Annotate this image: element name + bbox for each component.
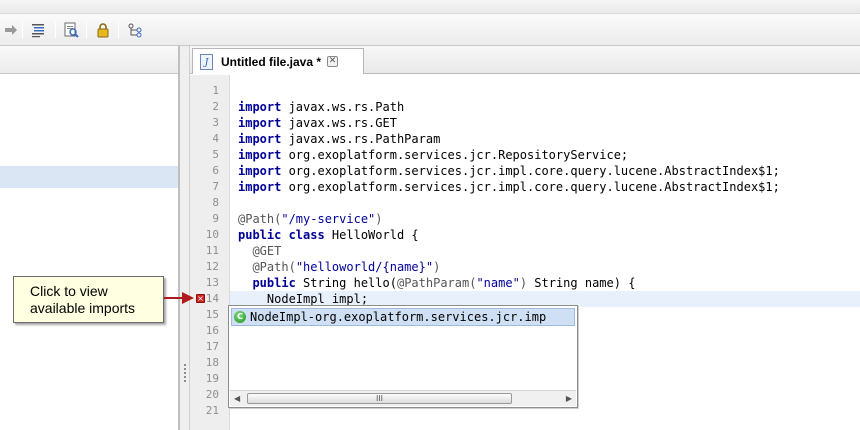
- arrow-right-icon[interactable]: [2, 21, 20, 39]
- left-panel-selected-row[interactable]: [0, 166, 178, 188]
- tooltip-callout: Click to view available imports: [13, 276, 164, 323]
- line-number: 15: [205, 308, 219, 321]
- line-number: 13: [205, 276, 219, 289]
- line-number: 19: [205, 372, 219, 385]
- error-marker-icon[interactable]: ×: [196, 294, 205, 303]
- line-number: 20: [205, 388, 219, 401]
- line-number: 21: [205, 404, 219, 417]
- code-line-10[interactable]: public class HelloWorld {: [238, 227, 860, 243]
- toolbar-separator: [86, 22, 87, 38]
- callout-line-2: available imports: [30, 300, 136, 316]
- code-line-2[interactable]: import javax.ws.rs.Path: [238, 99, 860, 115]
- line-number: 17: [205, 340, 219, 353]
- code-line-9[interactable]: @Path("/my-service"): [238, 211, 860, 227]
- format-icon[interactable]: [29, 21, 47, 39]
- tab-untitled-file[interactable]: J Untitled file.java * ✕: [192, 48, 364, 74]
- line-number: 5: [212, 148, 219, 161]
- tab-label: Untitled file.java *: [221, 54, 322, 69]
- preview-icon[interactable]: [62, 21, 80, 39]
- callout-line-1: Click to view: [30, 283, 108, 299]
- autocomplete-popup[interactable]: C NodeImpl-org.exoplatform.services.jcr.…: [228, 305, 578, 408]
- toolbar: [0, 14, 860, 46]
- code-line-7[interactable]: import org.exoplatform.services.jcr.impl…: [238, 179, 860, 195]
- line-number: 7: [212, 180, 219, 193]
- suggestion-text: NodeImpl-org.exoplatform.services.jcr.im…: [250, 310, 547, 324]
- code-line-6[interactable]: import org.exoplatform.services.jcr.impl…: [238, 163, 860, 179]
- scroll-thumb[interactable]: III: [247, 393, 512, 404]
- popup-horizontal-scrollbar[interactable]: ◀ III ▶: [230, 390, 576, 406]
- code-line-8[interactable]: [238, 195, 860, 211]
- scroll-right-icon[interactable]: ▶: [566, 394, 572, 403]
- window-top-strip: [0, 0, 860, 14]
- line-number: 12: [205, 260, 219, 273]
- line-number-gutter: 1 2 3 4 5 6 7 8 9 10 11 12 13 14 15 16 17 18 19 20 21: [190, 75, 230, 430]
- outline-icon[interactable]: [126, 21, 144, 39]
- line-number: 4: [212, 132, 219, 145]
- autocomplete-suggestion[interactable]: C NodeImpl-org.exoplatform.services.jcr.…: [231, 308, 575, 326]
- callout-arrow-head: [182, 292, 194, 304]
- line-number: 2: [212, 100, 219, 113]
- toolbar-separator: [118, 22, 119, 38]
- line-number: 11: [205, 244, 219, 257]
- scroll-left-icon[interactable]: ◀: [234, 394, 240, 403]
- line-number: 8: [212, 196, 219, 209]
- code-line-5[interactable]: import org.exoplatform.services.jcr.Repo…: [238, 147, 860, 163]
- line-number: 18: [205, 356, 219, 369]
- left-panel: [0, 46, 178, 430]
- toolbar-separator: [55, 22, 56, 38]
- code-line-1[interactable]: [238, 83, 860, 99]
- line-number: 6: [212, 164, 219, 177]
- close-icon[interactable]: ✕: [327, 56, 339, 67]
- line-number: 3: [212, 116, 219, 129]
- lock-icon[interactable]: [94, 21, 112, 39]
- line-number: 9: [212, 212, 219, 225]
- code-line-3[interactable]: import javax.ws.rs.GET: [238, 115, 860, 131]
- toolbar-separator: [22, 22, 23, 38]
- java-file-icon: J: [200, 53, 213, 70]
- code-line-4[interactable]: import javax.ws.rs.PathParam: [238, 131, 860, 147]
- line-number: 16: [205, 324, 219, 337]
- class-icon: C: [234, 311, 246, 323]
- line-number: 10: [205, 228, 219, 241]
- code-line-13[interactable]: public String hello(@PathParam("name") S…: [238, 275, 860, 291]
- splitter-grip[interactable]: [184, 364, 186, 382]
- editor-tab-bar: J Untitled file.java * ✕: [190, 46, 860, 74]
- code-line-11[interactable]: @GET: [238, 243, 860, 259]
- line-number: 1: [212, 84, 219, 97]
- left-panel-header: [0, 46, 178, 74]
- code-line-12[interactable]: @Path("helloworld/{name}"): [238, 259, 860, 275]
